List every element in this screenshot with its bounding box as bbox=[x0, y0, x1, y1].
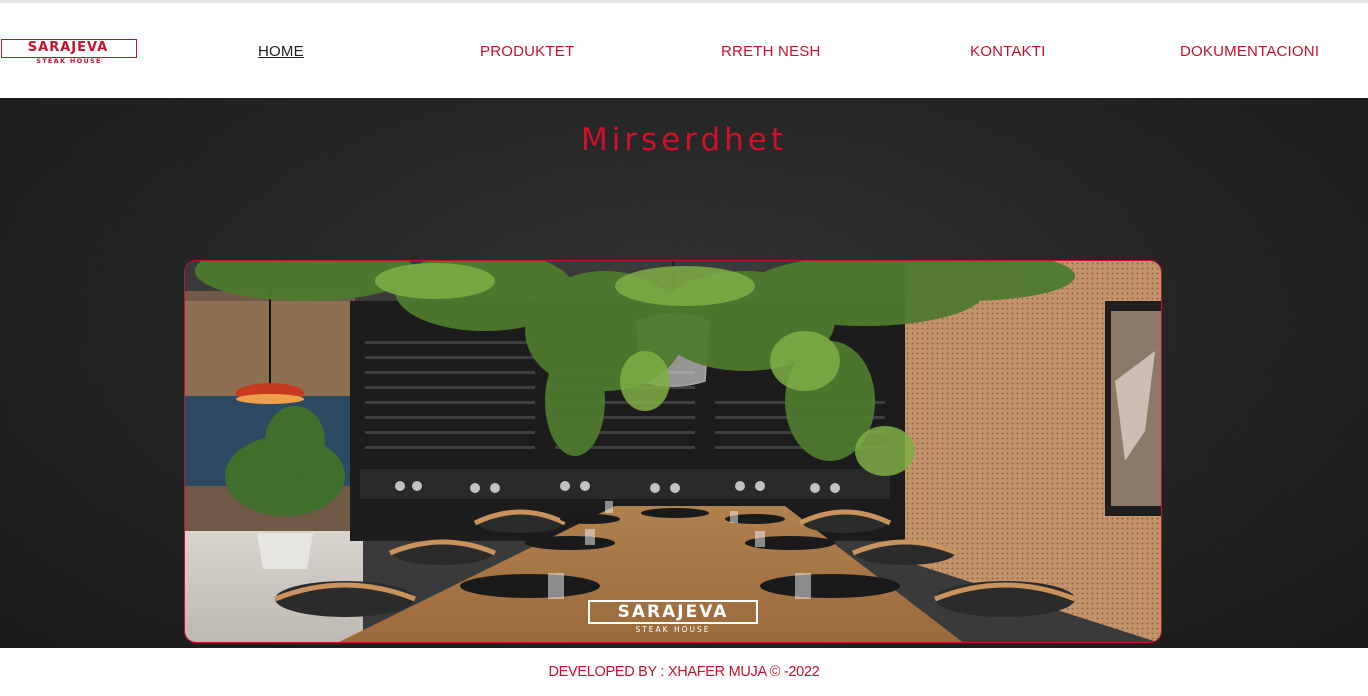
photo-brand-overlay: SARAJEVA bbox=[617, 602, 729, 622]
logo-name: SARAJEVA bbox=[27, 40, 109, 55]
nav-dokumentacioni[interactable]: DOKUMENTACIONI bbox=[1180, 43, 1319, 60]
site-header: SARAJEVA STEAK HOUSE HOME PRODUKTET RRET… bbox=[0, 3, 1368, 98]
site-footer: DEVELOPED BY : XHAFER MUJA © -2022 bbox=[0, 648, 1368, 696]
page-title: Mirserdhet bbox=[580, 122, 788, 158]
nav-produktet[interactable]: PRODUKTET bbox=[480, 43, 574, 60]
developer-credit: DEVELOPED BY : XHAFER MUJA © -2022 bbox=[548, 664, 820, 680]
restaurant-photo: SARAJEVA STEAK HOUSE bbox=[184, 260, 1162, 643]
brand-logo[interactable]: SARAJEVA STEAK HOUSE bbox=[0, 39, 138, 67]
nav-rreth-nesh[interactable]: RRETH NESH bbox=[721, 43, 821, 60]
nav-home[interactable]: HOME bbox=[258, 43, 304, 60]
logo-tagline: STEAK HOUSE bbox=[36, 57, 102, 65]
nav-kontakti[interactable]: KONTAKTI bbox=[970, 43, 1046, 60]
hero-section: Mirserdhet SARAJEVA STEAK HOUSE bbox=[0, 98, 1368, 648]
photo-tagline-overlay: STEAK HOUSE bbox=[635, 625, 711, 634]
